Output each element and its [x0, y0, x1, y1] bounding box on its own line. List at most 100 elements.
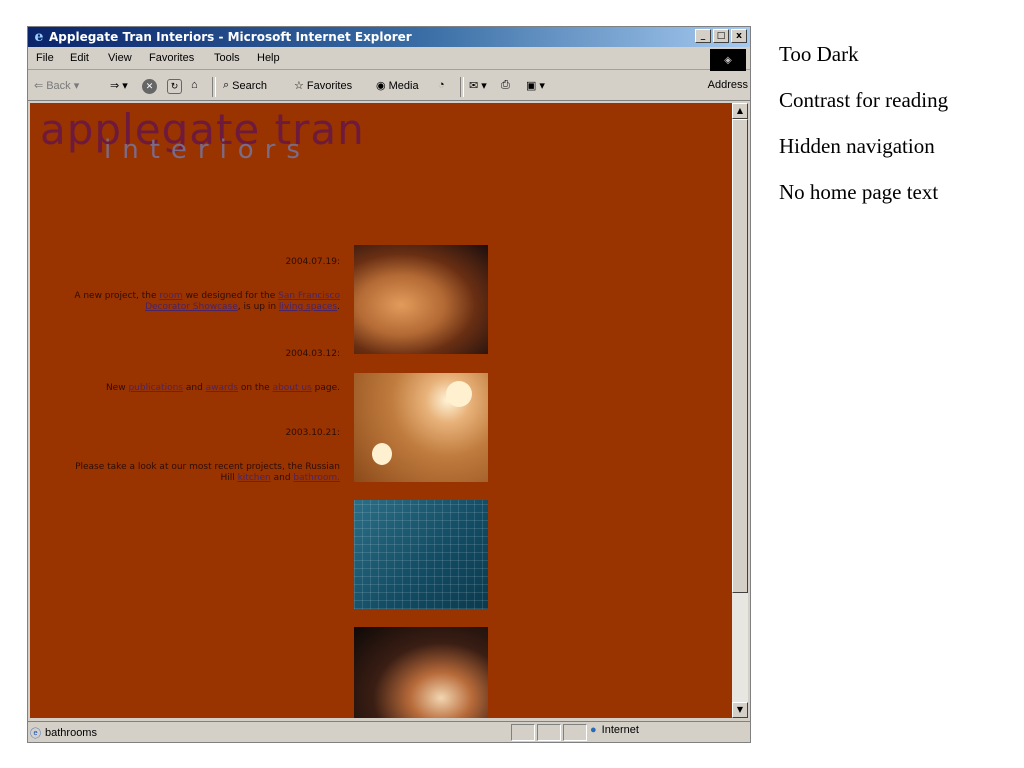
toolbar-separator: [460, 77, 464, 97]
slide-notes: Too Dark Contrast for reading Hidden nav…: [779, 42, 948, 226]
favorites-label: Favorites: [306, 79, 353, 92]
home-icon: ⌂: [191, 79, 198, 91]
project-photo-pendants[interactable]: [354, 373, 488, 482]
living-spaces-link[interactable]: living spaces: [279, 302, 337, 312]
logo-sub-text: interiors: [104, 135, 311, 165]
news-text: and: [270, 473, 294, 483]
address-label[interactable]: Address: [708, 79, 748, 91]
menu-favorites[interactable]: Favorites: [149, 52, 194, 64]
window-controls: _ □ x: [695, 29, 747, 43]
status-bar: ⓔ bathrooms ● Internet: [28, 721, 750, 742]
status-text: bathrooms: [45, 727, 97, 739]
vertical-scrollbar[interactable]: ▲ ▼: [732, 103, 748, 718]
note-no-home-text: No home page text: [779, 180, 939, 204]
search-icon: ⌕: [223, 79, 230, 91]
forward-button[interactable]: ⇒ ▾: [110, 79, 128, 92]
page-icon: ⓔ: [30, 728, 41, 740]
site-logo[interactable]: applegate tran interiors: [40, 105, 365, 165]
kitchen-link[interactable]: kitchen: [238, 473, 271, 483]
edit-button[interactable]: ▣ ▾: [526, 79, 545, 92]
chevron-down-icon: ▾: [73, 80, 80, 92]
note-contrast: Contrast for reading: [779, 88, 949, 112]
favorites-button[interactable]: ☆ Favorites: [294, 79, 353, 93]
news-item: A new project, the room we designed for …: [70, 291, 340, 313]
menu-tools[interactable]: Tools: [214, 52, 240, 64]
scroll-down-button[interactable]: ▼: [732, 702, 748, 718]
toolbar-separator: [212, 77, 216, 97]
note-too-dark: Too Dark: [779, 42, 859, 66]
pendant-lamp: [372, 443, 392, 465]
print-icon: ⎙: [501, 79, 510, 91]
news-text: on the: [237, 383, 273, 393]
pendant-lamp: [446, 381, 472, 407]
back-button[interactable]: ⇐ Back ▾: [34, 79, 80, 93]
room-link[interactable]: room: [159, 291, 182, 301]
close-button[interactable]: x: [731, 29, 747, 43]
mail-button[interactable]: ✉ ▾: [469, 79, 487, 92]
bathroom-link[interactable]: bathroom.: [293, 473, 340, 483]
awards-link[interactable]: awards: [206, 383, 238, 393]
menu-file[interactable]: File: [36, 52, 54, 64]
toolbar: ⇐ Back ▾ ⇒ ▾ ✕ ↻ ⌂ ⌕ Search ☆ Favorites …: [28, 72, 750, 101]
refresh-icon: ↻: [167, 79, 182, 94]
title-bar: e Applegate Tran Interiors - Microsoft I…: [28, 27, 750, 47]
scroll-thumb[interactable]: [732, 119, 748, 593]
project-photo-tiles[interactable]: [354, 500, 488, 609]
scroll-up-button[interactable]: ▲: [732, 103, 748, 119]
media-label: Media: [388, 79, 419, 92]
favorites-icon: ☆: [294, 80, 304, 92]
search-button[interactable]: ⌕ Search: [223, 79, 267, 92]
media-icon: ◉: [376, 80, 386, 92]
maximize-button[interactable]: □: [713, 29, 729, 43]
mail-icon: ✉: [469, 80, 479, 92]
menu-edit[interactable]: Edit: [70, 52, 89, 64]
globe-icon: ●: [590, 724, 597, 736]
status-left: ⓔ bathrooms: [30, 725, 97, 741]
status-cell: [511, 724, 535, 741]
ie-logo-icon: e: [34, 29, 44, 45]
page-viewport: applegate tran interiors 2004.07.19: A n…: [30, 103, 732, 718]
project-photo-bathroom[interactable]: [354, 627, 488, 718]
news-text: we designed for the: [182, 291, 279, 301]
refresh-button[interactable]: ↻: [167, 79, 182, 94]
news-item: Please take a look at our most recent pr…: [70, 462, 340, 484]
about-us-link[interactable]: about us: [273, 383, 312, 393]
home-button[interactable]: ⌂: [191, 79, 198, 91]
history-button[interactable]: ◔: [438, 79, 445, 91]
chevron-down-icon: ▾: [539, 80, 545, 92]
print-button[interactable]: ⎙: [501, 79, 510, 92]
news-text: , is up in: [237, 302, 279, 312]
status-cell: [537, 724, 561, 741]
news-text: New: [105, 383, 129, 393]
media-button[interactable]: ◉ Media: [376, 79, 419, 93]
stop-button[interactable]: ✕: [142, 79, 157, 94]
menu-bar: File Edit View Favorites Tools Help: [28, 47, 750, 70]
menu-view[interactable]: View: [108, 52, 132, 64]
news-text: A new project, the: [74, 291, 160, 301]
stop-icon: ✕: [142, 79, 157, 94]
news-text: page.: [311, 383, 340, 393]
news-item: New publications and awards on the about…: [70, 383, 340, 394]
chevron-down-icon: ▾: [481, 80, 487, 92]
news-date: 2004.03.12:: [285, 349, 340, 359]
zone-label: Internet: [601, 724, 639, 736]
chevron-down-icon: ▾: [122, 80, 128, 92]
back-label: Back: [46, 79, 71, 92]
status-zone: ● Internet: [590, 724, 639, 736]
news-date: 2004.07.19:: [285, 257, 340, 267]
windows-logo-icon: ◈: [710, 49, 746, 71]
search-label: Search: [232, 79, 268, 92]
status-cell: [563, 724, 587, 741]
news-date: 2003.10.21:: [285, 428, 340, 438]
window-title: Applegate Tran Interiors - Microsoft Int…: [49, 30, 412, 44]
history-icon: ◔: [438, 79, 445, 91]
menu-help[interactable]: Help: [257, 52, 280, 64]
publications-link[interactable]: publications: [128, 383, 183, 393]
edit-icon: ▣: [526, 80, 537, 92]
news-text: .: [337, 302, 340, 312]
browser-window: e Applegate Tran Interiors - Microsoft I…: [27, 26, 751, 743]
project-photo-lamps[interactable]: [354, 245, 488, 354]
forward-arrow-icon: ⇒: [110, 80, 120, 92]
minimize-button[interactable]: _: [695, 29, 711, 43]
news-text: and: [182, 383, 206, 393]
